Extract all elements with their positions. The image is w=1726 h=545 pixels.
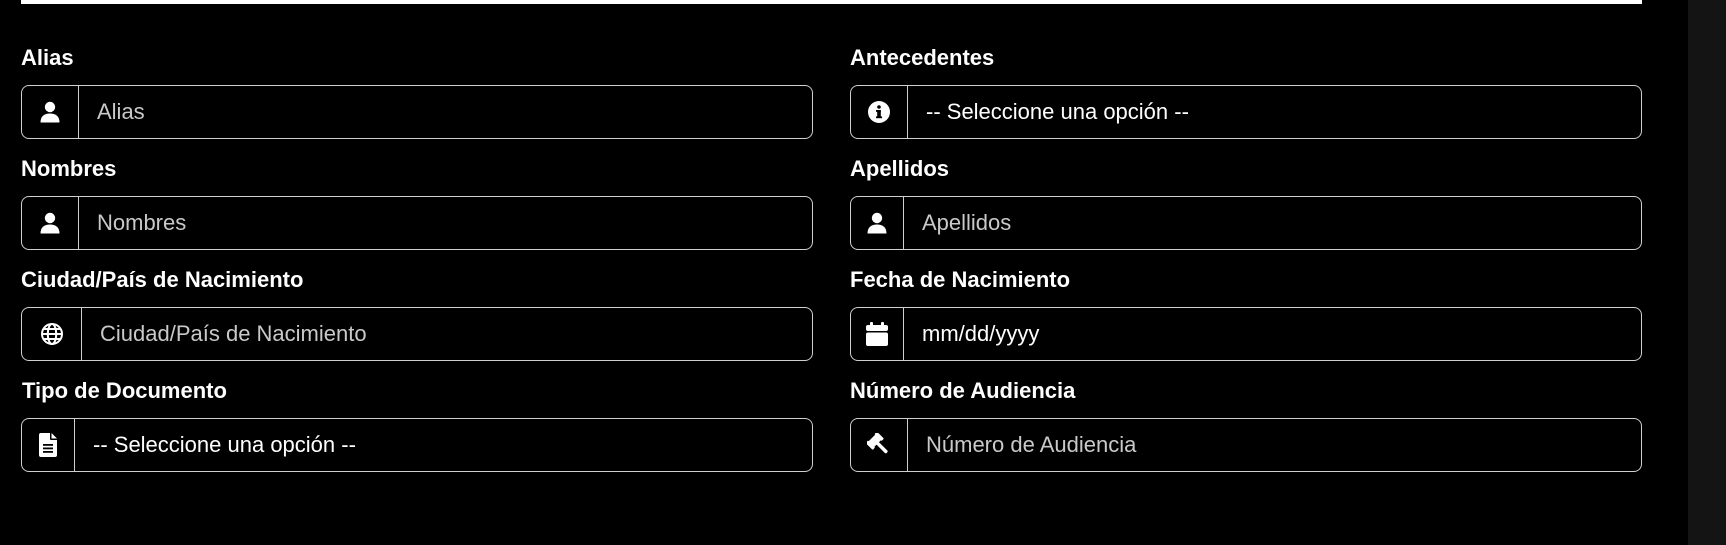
apellidos-input-group[interactable] <box>850 196 1642 250</box>
form-page: Alias Antecedentes -- Seleccione una opc… <box>0 0 1726 545</box>
fecha-nacimiento-input[interactable]: mm/dd/yyyy <box>904 308 1641 360</box>
gavel-icon <box>851 419 908 471</box>
numero-audiencia-input-group[interactable] <box>850 418 1642 472</box>
antecedentes-select-group[interactable]: -- Seleccione una opción -- <box>850 85 1642 139</box>
field-ciudad-nacimiento: Ciudad/País de Nacimiento <box>21 266 813 361</box>
alias-input[interactable] <box>79 86 812 138</box>
antecedentes-select[interactable]: -- Seleccione una opción -- <box>908 86 1641 138</box>
field-alias: Alias <box>21 44 813 139</box>
field-numero-audiencia: Número de Audiencia <box>850 377 1642 472</box>
fecha-nacimiento-value: mm/dd/yyyy <box>922 321 1040 346</box>
tipo-documento-select[interactable]: -- Seleccione una opción -- <box>75 419 812 471</box>
field-apellidos: Apellidos <box>850 155 1642 250</box>
field-nombres: Nombres <box>21 155 813 250</box>
tipo-documento-selected-value: -- Seleccione una opción -- <box>93 432 356 457</box>
apellidos-label: Apellidos <box>850 156 950 181</box>
nombres-label: Nombres <box>21 156 117 181</box>
tipo-documento-label: Tipo de Documento <box>22 378 227 403</box>
alias-label: Alias <box>21 45 74 70</box>
alias-input-group[interactable] <box>21 85 813 139</box>
ciudad-nacimiento-label: Ciudad/País de Nacimiento <box>21 267 304 292</box>
calendar-icon <box>851 308 904 360</box>
document-icon <box>22 419 75 471</box>
numero-audiencia-label: Número de Audiencia <box>850 378 1076 403</box>
tipo-documento-select-group[interactable]: -- Seleccione una opción -- <box>21 418 813 472</box>
nombres-input[interactable] <box>79 197 812 249</box>
person-form: Alias Antecedentes -- Seleccione una opc… <box>21 44 1642 472</box>
apellidos-input[interactable] <box>904 197 1641 249</box>
numero-audiencia-input[interactable] <box>908 419 1641 471</box>
user-icon <box>851 197 904 249</box>
top-divider <box>21 0 1642 4</box>
fecha-nacimiento-input-group[interactable]: mm/dd/yyyy <box>850 307 1642 361</box>
field-tipo-documento: Tipo de Documento -- Seleccione una opci… <box>21 377 813 472</box>
ciudad-nacimiento-input[interactable] <box>82 308 812 360</box>
fecha-nacimiento-label: Fecha de Nacimiento <box>850 267 1071 292</box>
field-fecha-nacimiento: Fecha de Nacimiento mm/dd/yyyy <box>850 266 1642 361</box>
field-antecedentes: Antecedentes -- Seleccione una opción -- <box>850 44 1642 139</box>
nombres-input-group[interactable] <box>21 196 813 250</box>
ciudad-nacimiento-input-group[interactable] <box>21 307 813 361</box>
user-icon <box>22 86 79 138</box>
info-circle-icon <box>851 86 908 138</box>
antecedentes-label: Antecedentes <box>850 45 995 70</box>
globe-icon <box>22 308 82 360</box>
antecedentes-selected-value: -- Seleccione una opción -- <box>926 99 1189 124</box>
user-icon <box>22 197 79 249</box>
scrollbar-track[interactable] <box>1688 0 1726 545</box>
